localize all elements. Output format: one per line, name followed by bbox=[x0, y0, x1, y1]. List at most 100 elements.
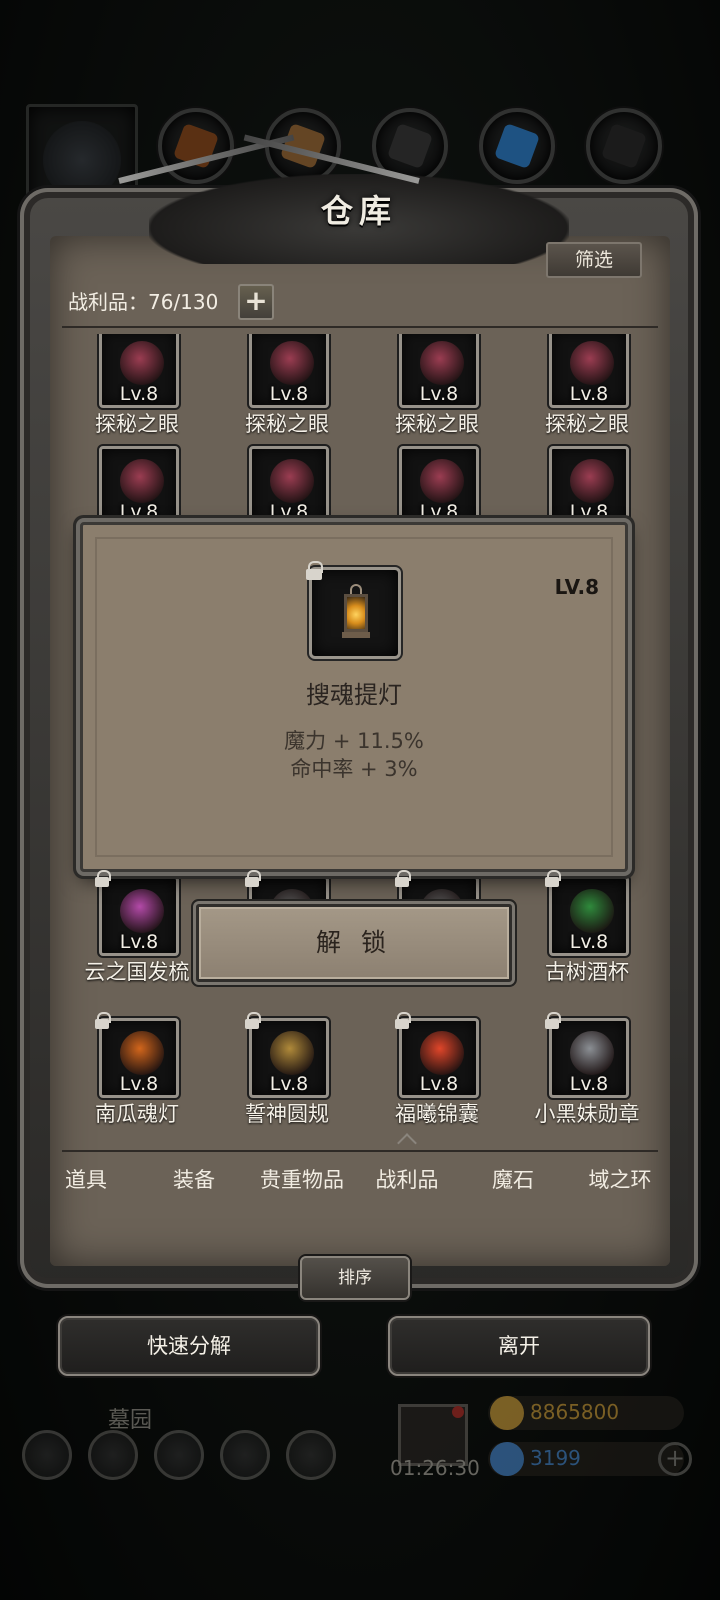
item-level: Lv.8 bbox=[419, 1073, 459, 1095]
item-level: Lv.8 bbox=[119, 501, 159, 523]
star-icon[interactable] bbox=[88, 1430, 138, 1480]
item-level: Lv.8 bbox=[569, 931, 609, 953]
item-name: 探秘之眼 bbox=[395, 412, 479, 436]
item-slot[interactable]: Lv.8 bbox=[549, 876, 629, 956]
item-name: 古树酒杯 bbox=[545, 960, 629, 984]
gift-timer: 01:26:30 bbox=[390, 1456, 480, 1480]
item-art-icon bbox=[270, 341, 314, 385]
item-cell[interactable]: Lv.8 福曦锦囊 bbox=[362, 1012, 512, 1128]
lock-icon bbox=[244, 1012, 261, 1029]
item-level: Lv.8 bbox=[569, 501, 609, 523]
tab-magic-stones[interactable]: 魔石 bbox=[470, 1150, 556, 1210]
detail-item-name: 搜魂提灯 bbox=[306, 681, 402, 709]
item-art-icon bbox=[270, 1031, 314, 1075]
item-art-icon bbox=[570, 459, 614, 503]
item-name: 探秘之眼 bbox=[245, 412, 329, 436]
item-level: Lv.8 bbox=[269, 1073, 309, 1095]
lock-icon bbox=[244, 870, 261, 887]
item-slot[interactable]: Lv.8 bbox=[399, 334, 479, 408]
gem-icon bbox=[490, 1442, 524, 1476]
gem-value: 3199 bbox=[530, 1446, 581, 1470]
item-art-icon bbox=[570, 889, 614, 933]
gold-display: 8865800 bbox=[488, 1396, 684, 1430]
item-slot[interactable]: Lv.8 bbox=[399, 1018, 479, 1098]
lock-icon bbox=[394, 870, 411, 887]
mail-icon[interactable] bbox=[220, 1430, 270, 1480]
lantern-icon bbox=[342, 584, 370, 642]
item-art-icon bbox=[120, 1031, 164, 1075]
tab-items[interactable]: 道具 bbox=[42, 1150, 130, 1210]
item-name: 探秘之眼 bbox=[545, 412, 629, 436]
filter-button[interactable]: 筛选 bbox=[546, 242, 642, 278]
item-detail-popup: LV.8 搜魂提灯 魔力 + 11.5% 命中率 + 3% bbox=[80, 522, 628, 872]
item-art-icon bbox=[570, 1031, 614, 1075]
item-art-icon bbox=[420, 1031, 464, 1075]
item-cell[interactable]: Lv.8 云之国发梳 bbox=[62, 870, 212, 986]
item-slot[interactable]: Lv.8 bbox=[99, 446, 179, 526]
tab-equipment[interactable]: 装备 bbox=[150, 1150, 238, 1210]
item-slot[interactable]: Lv.8 bbox=[249, 1018, 329, 1098]
item-art-icon bbox=[570, 341, 614, 385]
item-level: Lv.8 bbox=[269, 501, 309, 523]
item-slot[interactable]: Lv.8 bbox=[99, 1018, 179, 1098]
category-tabs: 道具 装备 贵重物品 战利品 魔石 域之环 bbox=[42, 1150, 680, 1210]
tab-loot[interactable]: 战利品 bbox=[364, 1150, 450, 1210]
item-level: Lv.8 bbox=[419, 501, 459, 523]
page-title: 仓库 bbox=[320, 192, 397, 230]
lock-icon bbox=[305, 561, 323, 580]
background-hud: 墓园 01:26:30 8865800 3199 + bbox=[0, 1390, 720, 1600]
item-slot[interactable]: Lv.8 bbox=[99, 876, 179, 956]
item-slot[interactable]: Lv.8 bbox=[549, 1018, 629, 1098]
detail-item-slot bbox=[309, 567, 401, 659]
item-cell[interactable]: Lv.8 探秘之眼 bbox=[62, 334, 212, 438]
tab-domain-rings[interactable]: 域之环 bbox=[572, 1150, 668, 1210]
item-slot[interactable]: Lv.8 bbox=[249, 334, 329, 408]
item-art-icon bbox=[420, 459, 464, 503]
item-art-icon bbox=[420, 341, 464, 385]
item-slot[interactable]: Lv.8 bbox=[549, 446, 629, 526]
add-slot-button[interactable]: + bbox=[238, 284, 274, 320]
settings-icon[interactable] bbox=[22, 1430, 72, 1480]
lock-icon bbox=[394, 1012, 411, 1029]
item-name: 福曦锦囊 bbox=[395, 1102, 479, 1126]
detail-stat: 命中率 + 3% bbox=[290, 757, 418, 781]
item-art-icon bbox=[120, 341, 164, 385]
item-name: 南瓜魂灯 bbox=[95, 1102, 179, 1126]
lock-icon bbox=[94, 870, 111, 887]
item-slot[interactable]: Lv.8 bbox=[549, 334, 629, 408]
gold-value: 8865800 bbox=[530, 1400, 620, 1424]
item-cell[interactable]: Lv.8 小黑妹勋章 bbox=[512, 1012, 662, 1128]
book-icon[interactable] bbox=[286, 1430, 336, 1480]
leave-button[interactable]: 离开 bbox=[388, 1316, 650, 1376]
notification-dot bbox=[452, 1406, 464, 1418]
add-gems-button[interactable]: + bbox=[658, 1442, 692, 1476]
lock-icon bbox=[544, 1012, 561, 1029]
item-cell[interactable]: Lv.8 誓神圆规 bbox=[212, 1012, 362, 1128]
sort-button[interactable]: 排序 bbox=[300, 1256, 410, 1300]
map-icon[interactable] bbox=[154, 1430, 204, 1480]
item-cell[interactable]: Lv.8 探秘之眼 bbox=[362, 334, 512, 438]
item-cell[interactable]: Lv.8 古树酒杯 bbox=[512, 870, 662, 986]
tab-valuables[interactable]: 贵重物品 bbox=[248, 1150, 356, 1210]
item-level: Lv.8 bbox=[569, 383, 609, 405]
item-slot[interactable]: Lv.8 bbox=[99, 334, 179, 408]
item-name: 誓神圆规 bbox=[245, 1102, 329, 1126]
item-level: Lv.8 bbox=[119, 931, 159, 953]
quick-decompose-button[interactable]: 快速分解 bbox=[58, 1316, 320, 1376]
item-level: Lv.8 bbox=[419, 383, 459, 405]
item-cell[interactable]: Lv.8 南瓜魂灯 bbox=[62, 1012, 212, 1128]
item-cell[interactable]: Lv.8 探秘之眼 bbox=[512, 334, 662, 438]
item-cell[interactable]: Lv.8 探秘之眼 bbox=[212, 334, 362, 438]
item-slot[interactable]: Lv.8 bbox=[249, 446, 329, 526]
divider bbox=[62, 326, 658, 328]
unlock-button[interactable]: 解 锁 bbox=[196, 904, 512, 982]
lock-icon bbox=[94, 1012, 111, 1029]
item-name: 探秘之眼 bbox=[95, 412, 179, 436]
gold-coin-icon bbox=[490, 1396, 524, 1430]
lock-icon bbox=[544, 870, 561, 887]
item-level: Lv.8 bbox=[119, 1073, 159, 1095]
item-level: Lv.8 bbox=[269, 383, 309, 405]
item-slot[interactable]: Lv.8 bbox=[399, 446, 479, 526]
item-level: Lv.8 bbox=[569, 1073, 609, 1095]
loot-count: 战利品：76/130 bbox=[68, 290, 219, 314]
